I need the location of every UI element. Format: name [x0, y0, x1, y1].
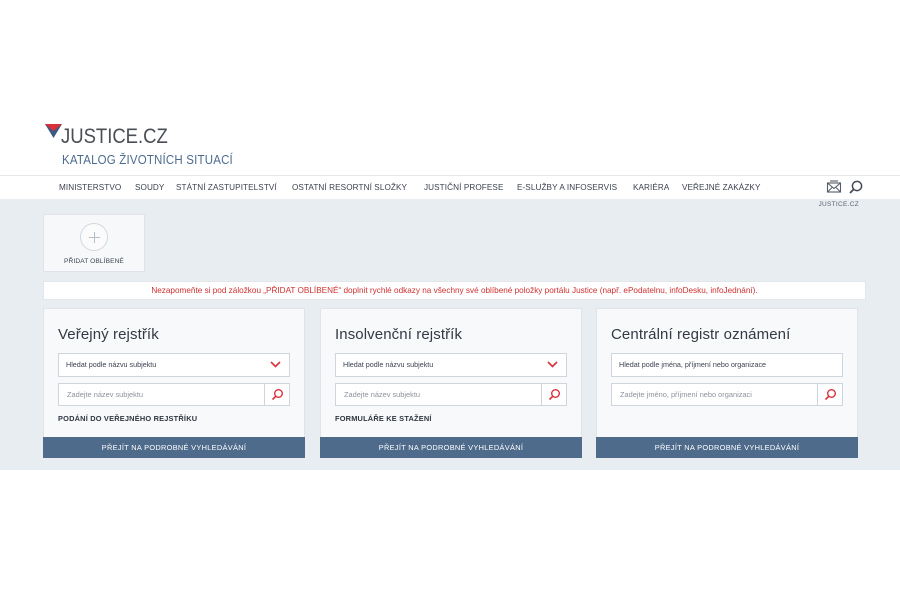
chevron-icon: ˇ [56, 182, 59, 188]
logo-triangle-icon [45, 124, 62, 138]
chevron-icon: ˇ [172, 182, 175, 188]
detailed-search-button[interactable]: PŘEJÍT NA PODROBNÉ VYHLEDÁVÁNÍ [320, 437, 582, 458]
search-input-placeholder: Zadejte název subjektu [67, 390, 144, 399]
chevron-icon: ˇ [420, 182, 423, 188]
subject-search-input[interactable]: Zadejte název subjektu [58, 383, 290, 406]
logo[interactable]: JUSTICE.CZ [45, 124, 182, 150]
card-title: Insolvenční rejstřík [335, 326, 463, 343]
nav-item-verejne-zakazky[interactable]: ˇVEŘEJNÉ ZAKÁZKY [679, 182, 761, 192]
search-button[interactable] [264, 384, 289, 405]
card-title: Veřejný rejstřík [58, 326, 159, 343]
nav-item-e-sluzby[interactable]: ˇE-SLUŽBY A INFOSERVIS [514, 182, 617, 192]
search-button[interactable] [817, 384, 842, 405]
search-button[interactable] [541, 384, 566, 405]
favorites-notice: Nezapomeňte si pod záložkou „PŘIDAT OBLÍ… [43, 281, 866, 300]
card-link[interactable]: FORMULÁŘE KE STAŽENÍ [335, 414, 432, 423]
search-type-field[interactable]: Hledat podle jména, příjmení nebo organi… [611, 353, 843, 377]
logo-text: JUSTICE.CZ [61, 125, 168, 148]
site-header: JUSTICE.CZ KATALOG ŽIVOTNÍCH SITUACÍ [0, 0, 900, 175]
nav-item-ministerstvo[interactable]: ˇMINISTERSTVO [56, 182, 121, 192]
site-subtitle[interactable]: KATALOG ŽIVOTNÍCH SITUACÍ [62, 153, 233, 167]
card-title: Centrální registr oznámení [611, 326, 791, 343]
card-insolvencni-rejstrik: Insolvenční rejstřík Hledat podle názvu … [320, 308, 582, 458]
nav-item-soudy[interactable]: ˇSOUDY [132, 182, 164, 192]
subject-search-input[interactable]: Zadejte název subjektu [335, 383, 567, 406]
justice-link[interactable]: JUSTICE.CZ [818, 201, 859, 208]
card-link[interactable]: PODÁNÍ DO VEŘEJNÉHO REJSTŘÍKU [58, 414, 197, 423]
chevron-icon: ˇ [131, 182, 134, 188]
detailed-search-button[interactable]: PŘEJÍT NA PODROBNÉ VYHLEDÁVÁNÍ [596, 437, 858, 458]
chevron-icon: ˇ [678, 182, 681, 188]
mail-icon[interactable] [826, 179, 842, 195]
search-icon [824, 389, 836, 401]
nav-icons [826, 179, 864, 195]
chevron-down-icon [270, 361, 281, 368]
detailed-search-button[interactable]: PŘEJÍT NA PODROBNÉ VYHLEDÁVÁNÍ [43, 437, 305, 458]
name-search-input[interactable]: Zadejte jméno, příjmení nebo organizaci [611, 383, 843, 406]
nav-item-statni-zastupitelstvi[interactable]: ˇSTÁTNÍ ZASTUPITELSTVÍ [173, 182, 277, 192]
main-nav: ˇMINISTERSTVO ˇSOUDY ˇSTÁTNÍ ZASTUPITELS… [0, 175, 900, 199]
search-input-placeholder: Zadejte název subjektu [344, 390, 421, 399]
nav-item-justicni-profese[interactable]: ˇJUSTIČNÍ PROFESE [421, 182, 504, 192]
search-type-select[interactable]: Hledat podle názvu subjektu [58, 353, 290, 377]
chevron-icon: ˇ [629, 182, 632, 188]
chevron-down-icon [547, 361, 558, 368]
search-icon[interactable] [848, 179, 864, 195]
main-content: JUSTICE.CZ PŘIDAT OBLÍBENÉ Nezapomeňte s… [0, 199, 900, 470]
search-type-select[interactable]: Hledat podle názvu subjektu [335, 353, 567, 377]
card-verejny-rejstrik: Veřejný rejstřík Hledat podle názvu subj… [43, 308, 305, 458]
add-favorite-label: PŘIDAT OBLÍBENÉ [64, 258, 124, 265]
card-centralni-registr-oznameni: Centrální registr oznámení Hledat podle … [596, 308, 858, 458]
add-favorite-tile[interactable]: PŘIDAT OBLÍBENÉ [43, 214, 145, 272]
search-icon [548, 389, 560, 401]
search-icon [271, 389, 283, 401]
nav-item-kariera[interactable]: ˇKARIÉRA [630, 182, 669, 192]
nav-item-ostatni-resortni-slozky[interactable]: ˇOSTATNÍ RESORTNÍ SLOŽKY [289, 182, 407, 192]
search-input-placeholder: Zadejte jméno, příjmení nebo organizaci [620, 390, 752, 399]
plus-icon [80, 223, 108, 251]
